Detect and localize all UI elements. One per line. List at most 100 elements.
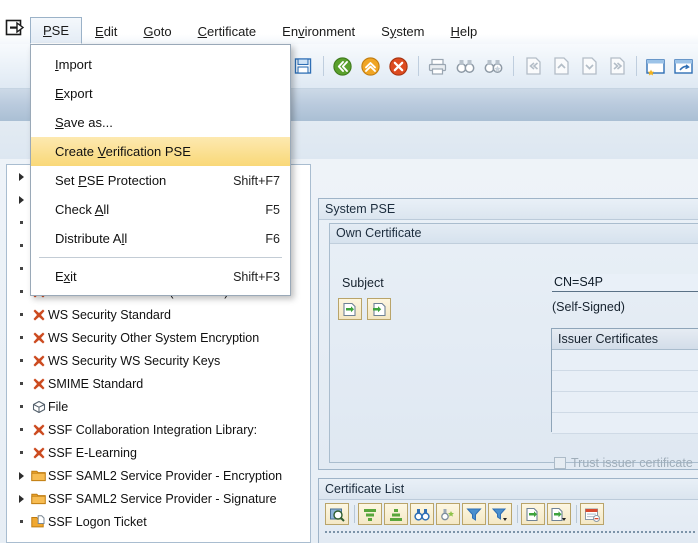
issuer-certificate-row[interactable] [552, 413, 698, 434]
export-icon[interactable] [521, 503, 545, 525]
tree-item-label: File [48, 399, 69, 414]
toolbar-separator [636, 56, 637, 76]
tree-expand-arrow-icon[interactable] [13, 494, 29, 503]
menu-help[interactable]: Help [437, 18, 490, 44]
tree-expand-arrow-icon[interactable] [13, 471, 29, 480]
subject-label: Subject [342, 276, 384, 290]
tree-item-ssf-saml2-signature[interactable]: SSF SAML2 Service Provider - Signature [7, 487, 310, 510]
sort-desc-icon[interactable] [384, 503, 408, 525]
own-certificate-group: Own Certificate Subject CN=S4P (Self-Sig… [329, 223, 698, 470]
toolbar-separator [513, 56, 514, 76]
export-dropdown-icon[interactable] [547, 503, 571, 525]
menu-item-distribute-all[interactable]: Distribute All F6 [31, 224, 290, 253]
toolbar-separator [354, 505, 355, 523]
menu-system[interactable]: Sy stem [368, 18, 437, 44]
certificate-action-buttons [338, 298, 391, 320]
tree-item-ssf-e-learning[interactable]: SSF E-Learning [7, 441, 310, 464]
menu-item-check-all[interactable]: Check All F5 [31, 195, 290, 224]
cube-icon [29, 400, 48, 414]
menu-item-shortcut: Shift+F3 [233, 269, 280, 284]
find-button[interactable] [452, 53, 478, 79]
tree-leaf-dot-icon [13, 290, 29, 293]
tree-item-ws-security-standard[interactable]: WS Security Standard [7, 303, 310, 326]
tree-leaf-dot-icon [13, 382, 29, 385]
save-button[interactable] [290, 53, 316, 79]
last-page-button[interactable] [603, 53, 629, 79]
tree-item-ssf-saml2-encryption[interactable]: SSF SAML2 Service Provider - Encryption [7, 464, 310, 487]
menu-item-label: Set PSE Protection [55, 173, 167, 188]
menu-edit[interactable]: Edit [82, 18, 130, 44]
menu-pse[interactable]: P SE [30, 17, 83, 44]
tree-item-ssf-collaboration-integration-library[interactable]: SSF Collaboration Integration Library: [7, 418, 310, 441]
issuer-certificates-table[interactable]: Issuer Certificates [551, 328, 698, 434]
tree-expand-arrow-icon[interactable] [13, 172, 29, 181]
certificate-list-title: Certificate List [319, 479, 698, 500]
issuer-certificate-row[interactable] [552, 371, 698, 392]
checkbox-box[interactable] [554, 457, 566, 469]
certificate-list-focus-border [325, 531, 697, 533]
sap-exit-icon[interactable] [5, 18, 27, 38]
delete-row-icon[interactable] [580, 503, 604, 525]
trust-issuer-certificate-checkbox[interactable]: Trust issuer certificate [554, 456, 693, 470]
menubar: P SE Edit Goto Certificate En v ironment Sy stem H… [30, 17, 490, 44]
menu-item-label: Distribute All [55, 231, 128, 246]
certificate-list-toolbar [325, 503, 606, 525]
tree-leaf-dot-icon [13, 520, 29, 523]
tree-item-label: WS Security Other System Encryption [48, 330, 260, 345]
print-button[interactable] [424, 53, 450, 79]
tree-item-file[interactable]: File [7, 395, 310, 418]
create-session-button[interactable] [642, 53, 668, 79]
menu-item-export[interactable]: Export [31, 79, 290, 108]
magnify-icon[interactable] [325, 503, 349, 525]
system-pse-title: System PSE [319, 199, 698, 220]
issuer-certificate-row[interactable] [552, 392, 698, 413]
tree-item-label: SSF SAML2 Service Provider - Encryption [48, 468, 283, 483]
cancel-button[interactable] [385, 53, 411, 79]
issuer-certificate-row[interactable] [552, 350, 698, 371]
error-x-icon [29, 446, 48, 460]
pse-dropdown-menu[interactable]: Import Export Save as... Create Verificatio… [30, 44, 291, 296]
export-cert-icon[interactable] [367, 298, 391, 320]
menu-item-label: Create Verification PSE [55, 144, 191, 159]
exit-button[interactable] [357, 53, 383, 79]
error-x-icon [29, 308, 48, 322]
tree-leaf-dot-icon [13, 313, 29, 316]
next-page-button[interactable] [575, 53, 601, 79]
back-button[interactable] [329, 53, 355, 79]
tree-leaf-dot-icon [13, 405, 29, 408]
tree-expand-arrow-icon[interactable] [13, 195, 29, 204]
filter-dropdown-icon[interactable] [488, 503, 512, 525]
menu-item-import[interactable]: Import [31, 50, 290, 79]
subject-value[interactable]: CN=S4P [552, 274, 698, 292]
find-next-button[interactable] [480, 53, 506, 79]
import-cert-icon[interactable] [338, 298, 362, 320]
menu-item-set-pse-protection[interactable]: Set PSE Protection Shift+F7 [31, 166, 290, 195]
trust-issuer-certificate-label: Trust issuer certificate [571, 456, 693, 470]
tree-item-ws-security-keys[interactable]: WS Security WS Security Keys [7, 349, 310, 372]
window-titlebar-strip [0, 0, 698, 16]
tree-item-ssf-logon-ticket[interactable]: SSF Logon Ticket [7, 510, 310, 533]
menu-environment[interactable]: En v ironment [269, 18, 368, 44]
tree-item-label: SMIME Standard [48, 376, 144, 391]
tree-item-smime-standard[interactable]: SMIME Standard [7, 372, 310, 395]
menu-item-shortcut: Shift+F7 [233, 173, 280, 188]
tree-item-ws-security-other-system-encryption[interactable]: WS Security Other System Encryption [7, 326, 310, 349]
error-x-icon [29, 331, 48, 345]
tree-leaf-dot-icon [13, 267, 29, 270]
first-page-button[interactable] [519, 53, 545, 79]
filter-icon[interactable] [462, 503, 486, 525]
shortcut-button[interactable] [670, 53, 696, 79]
error-x-icon [29, 377, 48, 391]
menu-goto[interactable]: Goto [130, 18, 184, 44]
prev-page-button[interactable] [547, 53, 573, 79]
sort-asc-icon[interactable] [358, 503, 382, 525]
menu-item-exit[interactable]: Exit Shift+F3 [31, 262, 290, 291]
find-next-icon[interactable] [436, 503, 460, 525]
menu-item-save-as[interactable]: Save as... [31, 108, 290, 137]
toolbar-separator [418, 56, 419, 76]
binoculars-icon[interactable] [410, 503, 434, 525]
menu-item-create-verification-pse[interactable]: Create Verification PSE [31, 137, 290, 166]
tree-item-label: SSF Collaboration Integration Library: [48, 422, 258, 437]
menu-certificate[interactable]: Certificate [185, 18, 270, 44]
tree-item-label: SSF E-Learning [48, 445, 137, 460]
